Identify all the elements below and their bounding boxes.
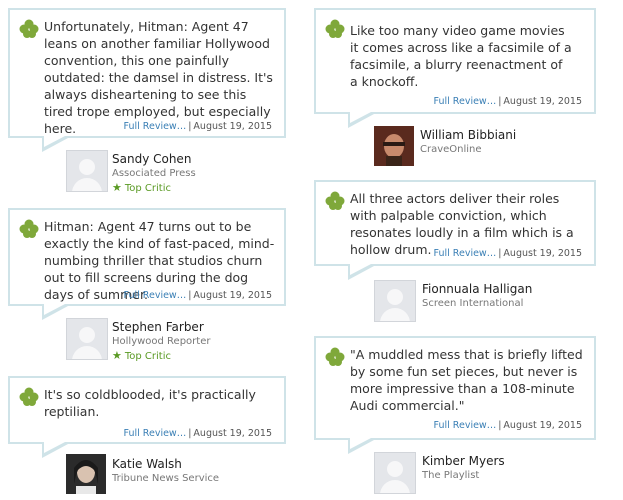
avatar: [374, 452, 416, 494]
review-meta: Full Review… | August 19, 2015: [123, 121, 272, 132]
fresh-splat-icon: [19, 387, 39, 406]
review-quote: Unfortunately, Hitman: Agent 47 leans on…: [44, 19, 273, 136]
avatar: [66, 150, 108, 192]
review-meta: Full Review… | August 19, 2015: [123, 428, 272, 439]
review-quote: Like too many video game movies it comes…: [350, 23, 572, 89]
review-date: August 19, 2015: [193, 121, 272, 132]
critic-publication[interactable]: The Playlist: [422, 470, 479, 481]
critic-name[interactable]: William Bibbiani: [420, 128, 516, 142]
full-review-link[interactable]: Full Review…: [434, 420, 497, 431]
review-date: August 19, 2015: [193, 428, 272, 439]
review-meta: Full Review… | August 19, 2015: [123, 290, 272, 301]
fresh-splat-icon: [325, 19, 345, 38]
full-review-link[interactable]: Full Review…: [124, 428, 187, 439]
avatar: [66, 318, 108, 360]
critic-name[interactable]: Stephen Farber: [112, 320, 204, 334]
fresh-splat-icon: [19, 19, 39, 38]
star-icon: ★: [112, 349, 122, 362]
critic-publication[interactable]: Screen International: [422, 298, 523, 309]
review-bubble: "A muddled mess that is briefly lifted b…: [314, 336, 596, 440]
review-bubble: Unfortunately, Hitman: Agent 47 leans on…: [8, 8, 286, 138]
critic-publication[interactable]: Tribune News Service: [112, 473, 219, 484]
fresh-splat-icon: [325, 191, 345, 210]
review-meta: Full Review… | August 19, 2015: [433, 248, 582, 259]
critic-name[interactable]: Kimber Myers: [422, 454, 505, 468]
critic-publication[interactable]: Hollywood Reporter: [112, 336, 210, 347]
full-review-link[interactable]: Full Review…: [124, 121, 187, 132]
review-bubble: It's so coldblooded, it's practically re…: [8, 376, 286, 444]
critic-publication[interactable]: Associated Press: [112, 168, 196, 179]
fresh-splat-icon: [19, 219, 39, 238]
fresh-splat-icon: [325, 347, 345, 366]
critic-name[interactable]: Fionnuala Halligan: [422, 282, 532, 296]
full-review-link[interactable]: Full Review…: [434, 96, 497, 107]
critic-photo: [66, 454, 106, 494]
review-date: August 19, 2015: [503, 96, 582, 107]
full-review-link[interactable]: Full Review…: [434, 248, 497, 259]
full-review-link[interactable]: Full Review…: [124, 290, 187, 301]
star-icon: ★: [112, 181, 122, 194]
review-bubble: All three actors deliver their roles wit…: [314, 180, 596, 266]
review-date: August 19, 2015: [193, 290, 272, 301]
critic-publication[interactable]: CraveOnline: [420, 144, 482, 155]
review-quote: It's so coldblooded, it's practically re…: [44, 387, 256, 419]
critic-name[interactable]: Sandy Cohen: [112, 152, 191, 166]
critic-photo: [374, 126, 414, 166]
review-meta: Full Review… | August 19, 2015: [433, 96, 582, 107]
review-bubble: Hitman: Agent 47 turns out to be exactly…: [8, 208, 286, 306]
review-quote: "A muddled mess that is briefly lifted b…: [350, 347, 583, 413]
review-bubble: Like too many video game movies it comes…: [314, 8, 596, 114]
top-critic-badge: ★ Top Critic: [112, 181, 171, 194]
avatar: [374, 280, 416, 322]
top-critic-badge: ★ Top Critic: [112, 349, 171, 362]
review-date: August 19, 2015: [503, 248, 582, 259]
critic-name[interactable]: Katie Walsh: [112, 457, 182, 471]
review-meta: Full Review… | August 19, 2015: [433, 420, 582, 431]
review-date: August 19, 2015: [503, 420, 582, 431]
